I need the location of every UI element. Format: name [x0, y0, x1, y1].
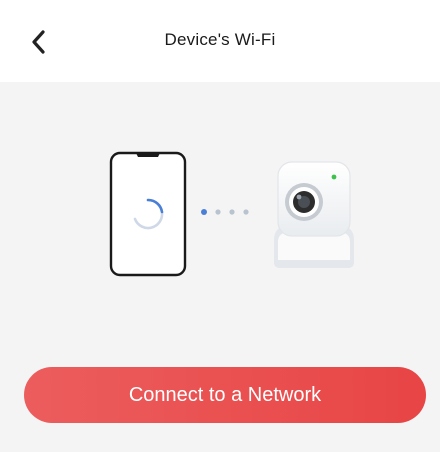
connect-network-button[interactable]: Connect to a Network	[24, 367, 426, 423]
top-bar: Device's Wi-Fi	[0, 0, 440, 82]
connecting-dots-icon	[201, 209, 249, 215]
smartphone-icon	[109, 151, 187, 277]
security-camera-icon	[274, 161, 354, 268]
pairing-illustration	[0, 140, 440, 280]
page-title: Device's Wi-Fi	[164, 30, 276, 49]
